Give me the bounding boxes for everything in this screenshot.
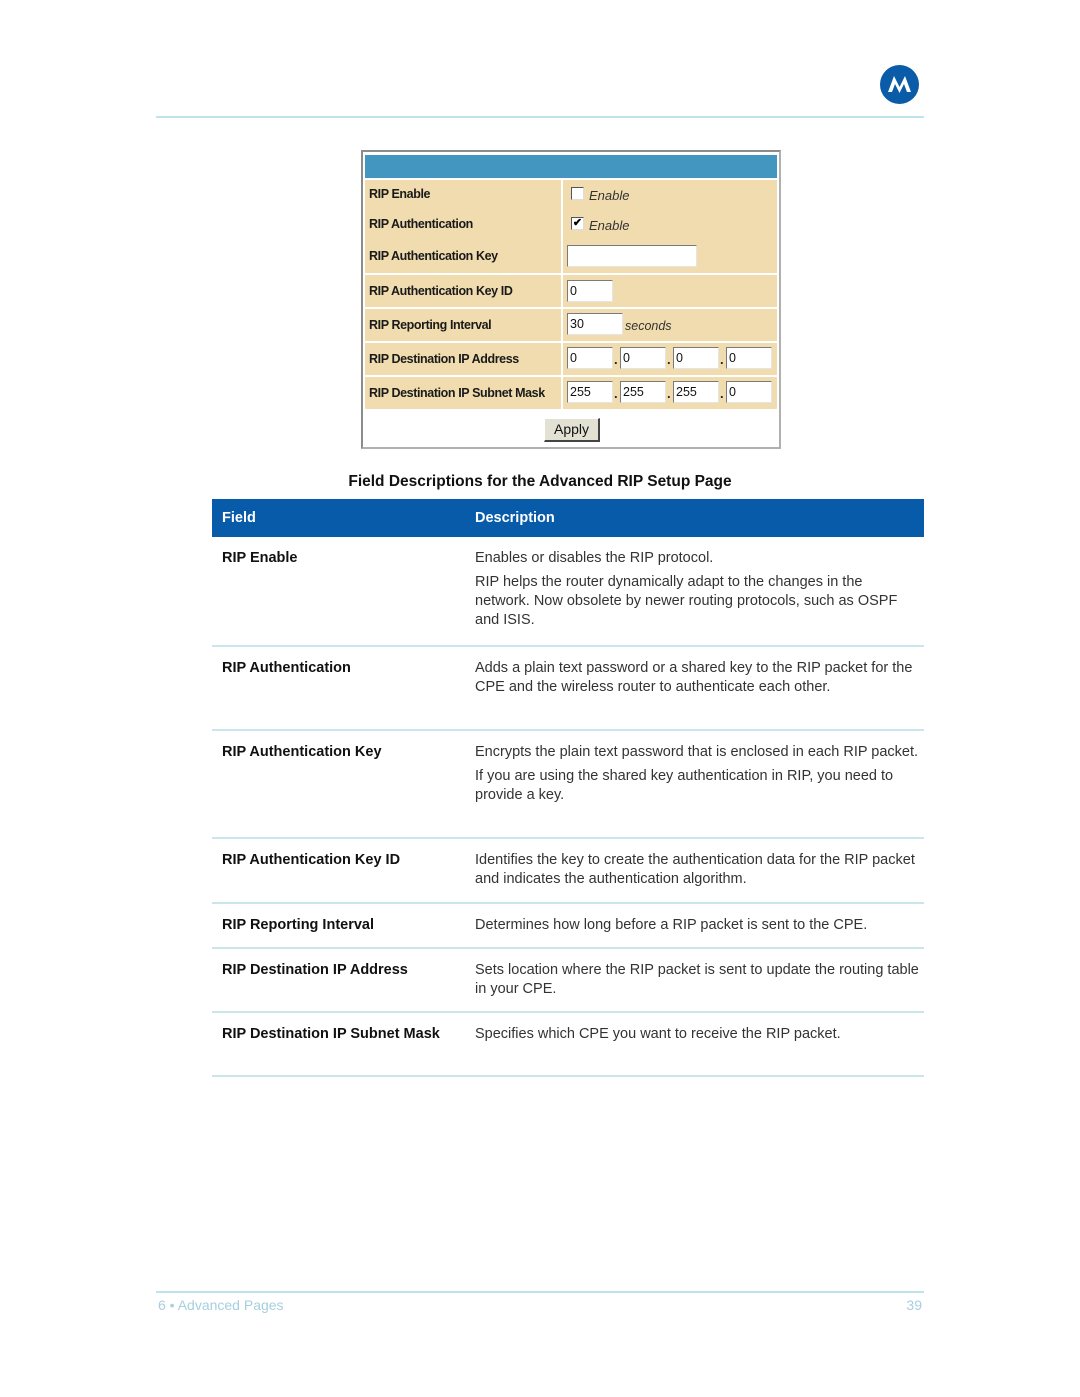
description-paragraph: Specifies which CPE you want to receive … xyxy=(475,1026,841,1042)
motorola-logo-icon xyxy=(880,65,919,104)
row-description: Identifies the key to create the authent… xyxy=(475,851,920,889)
form-row-rip-destination-ip: RIP Destination IP Address 0 . 0 . 0 . 0 xyxy=(365,343,777,375)
form-label: RIP Reporting Interval xyxy=(365,309,561,341)
rip-auth-key-id-input[interactable]: 0 xyxy=(567,280,613,302)
row-field: RIP Authentication Key ID xyxy=(222,852,401,868)
form-row-rip-auth-key-id: RIP Authentication Key ID 0 xyxy=(365,275,777,307)
row-field: RIP Enable xyxy=(222,550,298,566)
description-paragraph: Determines how long before a RIP packet … xyxy=(475,917,868,933)
header-description: Description xyxy=(475,510,555,526)
form-label: RIP Authentication Key ID xyxy=(365,275,561,307)
row-description: Encrypts the plain text password that is… xyxy=(475,743,920,805)
ip-dot: . xyxy=(614,352,618,367)
header-rule xyxy=(156,116,924,118)
form-label: RIP Authentication xyxy=(365,210,561,241)
ip-dot: . xyxy=(667,386,671,401)
description-paragraph: If you are using the shared key authenti… xyxy=(475,768,894,803)
form-label: RIP Destination IP Subnet Mask xyxy=(365,377,561,409)
interval-unit-label: seconds xyxy=(625,319,672,333)
description-paragraph: Sets location where the RIP packet is se… xyxy=(475,962,919,997)
footer-rule xyxy=(156,1291,924,1293)
rip-enable-checkbox[interactable] xyxy=(571,187,584,200)
dest-ip-octet-3-input[interactable]: 0 xyxy=(673,347,719,369)
rip-setup-form-screenshot: RIP Enable Enable RIP Authentication ✔ E… xyxy=(361,150,781,449)
table-row: RIP Reporting Interval Determines how lo… xyxy=(212,904,924,949)
form-row-rip-enable: RIP Enable Enable xyxy=(365,180,777,211)
subnet-mask-octet-2-input[interactable]: 255 xyxy=(620,381,666,403)
checkbox-label: Enable xyxy=(589,218,630,233)
row-field: RIP Destination IP Address xyxy=(222,962,408,978)
table-row: RIP Authentication Key ID Identifies the… xyxy=(212,839,924,904)
subnet-mask-octet-1-input[interactable]: 255 xyxy=(567,381,613,403)
dest-ip-octet-4-input[interactable]: 0 xyxy=(726,347,772,369)
apply-button[interactable]: Apply xyxy=(544,418,600,442)
row-field: RIP Reporting Interval xyxy=(222,917,375,933)
dest-ip-octet-1-input[interactable]: 0 xyxy=(567,347,613,369)
rip-authentication-checkbox[interactable]: ✔ xyxy=(571,217,584,230)
form-row-rip-authentication-key: RIP Authentication Key xyxy=(365,240,777,273)
form-label: RIP Authentication Key xyxy=(365,240,561,273)
table-row: RIP Destination IP Address Sets location… xyxy=(212,949,924,1013)
form-row-rip-reporting-interval: RIP Reporting Interval 30 seconds xyxy=(365,309,777,341)
subnet-mask-octet-3-input[interactable]: 255 xyxy=(673,381,719,403)
dest-ip-octet-2-input[interactable]: 0 xyxy=(620,347,666,369)
table-row: RIP Authentication Key Encrypts the plai… xyxy=(212,731,924,839)
row-field: RIP Authentication Key xyxy=(222,744,382,760)
table-row: RIP Enable Enables or disables the RIP p… xyxy=(212,537,924,647)
footer-section: 6 • Advanced Pages xyxy=(158,1297,284,1313)
ip-dot: . xyxy=(667,352,671,367)
description-paragraph: Enables or disables the RIP protocol. xyxy=(475,550,714,566)
ip-dot: . xyxy=(720,386,724,401)
row-description: Enables or disables the RIP protocol. RI… xyxy=(475,549,920,630)
description-paragraph: RIP helps the router dynamically adapt t… xyxy=(475,574,898,628)
table-row: RIP Authentication Adds a plain text pas… xyxy=(212,647,924,731)
header-field: Field xyxy=(222,510,256,526)
description-paragraph: Identifies the key to create the authent… xyxy=(475,852,915,887)
ip-dot: . xyxy=(720,352,724,367)
checkbox-label: Enable xyxy=(589,188,630,203)
row-description: Specifies which CPE you want to receive … xyxy=(475,1025,920,1044)
table-header: Field Description xyxy=(212,499,924,537)
row-field: RIP Destination IP Subnet Mask xyxy=(222,1026,440,1042)
row-description: Adds a plain text password or a shared k… xyxy=(475,659,920,697)
row-description: Determines how long before a RIP packet … xyxy=(475,916,920,935)
rip-reporting-interval-input[interactable]: 30 xyxy=(567,313,623,335)
form-row-rip-authentication: RIP Authentication ✔ Enable xyxy=(365,210,777,241)
subnet-mask-octet-4-input[interactable]: 0 xyxy=(726,381,772,403)
description-paragraph: Encrypts the plain text password that is… xyxy=(475,744,919,760)
row-description: Sets location where the RIP packet is se… xyxy=(475,961,920,999)
ip-dot: . xyxy=(614,386,618,401)
form-label: RIP Enable xyxy=(365,180,561,211)
table-title: Field Descriptions for the Advanced RIP … xyxy=(348,473,732,490)
form-header-bar xyxy=(365,155,777,178)
form-label: RIP Destination IP Address xyxy=(365,343,561,375)
table-row: RIP Destination IP Subnet Mask Specifies… xyxy=(212,1013,924,1077)
page-number: 39 xyxy=(906,1297,922,1313)
description-paragraph: Adds a plain text password or a shared k… xyxy=(475,660,913,695)
row-field: RIP Authentication xyxy=(222,660,351,676)
form-row-rip-destination-subnet-mask: RIP Destination IP Subnet Mask 255 . 255… xyxy=(365,377,777,409)
rip-auth-key-input[interactable] xyxy=(567,245,697,267)
checkmark-icon: ✔ xyxy=(572,217,583,229)
